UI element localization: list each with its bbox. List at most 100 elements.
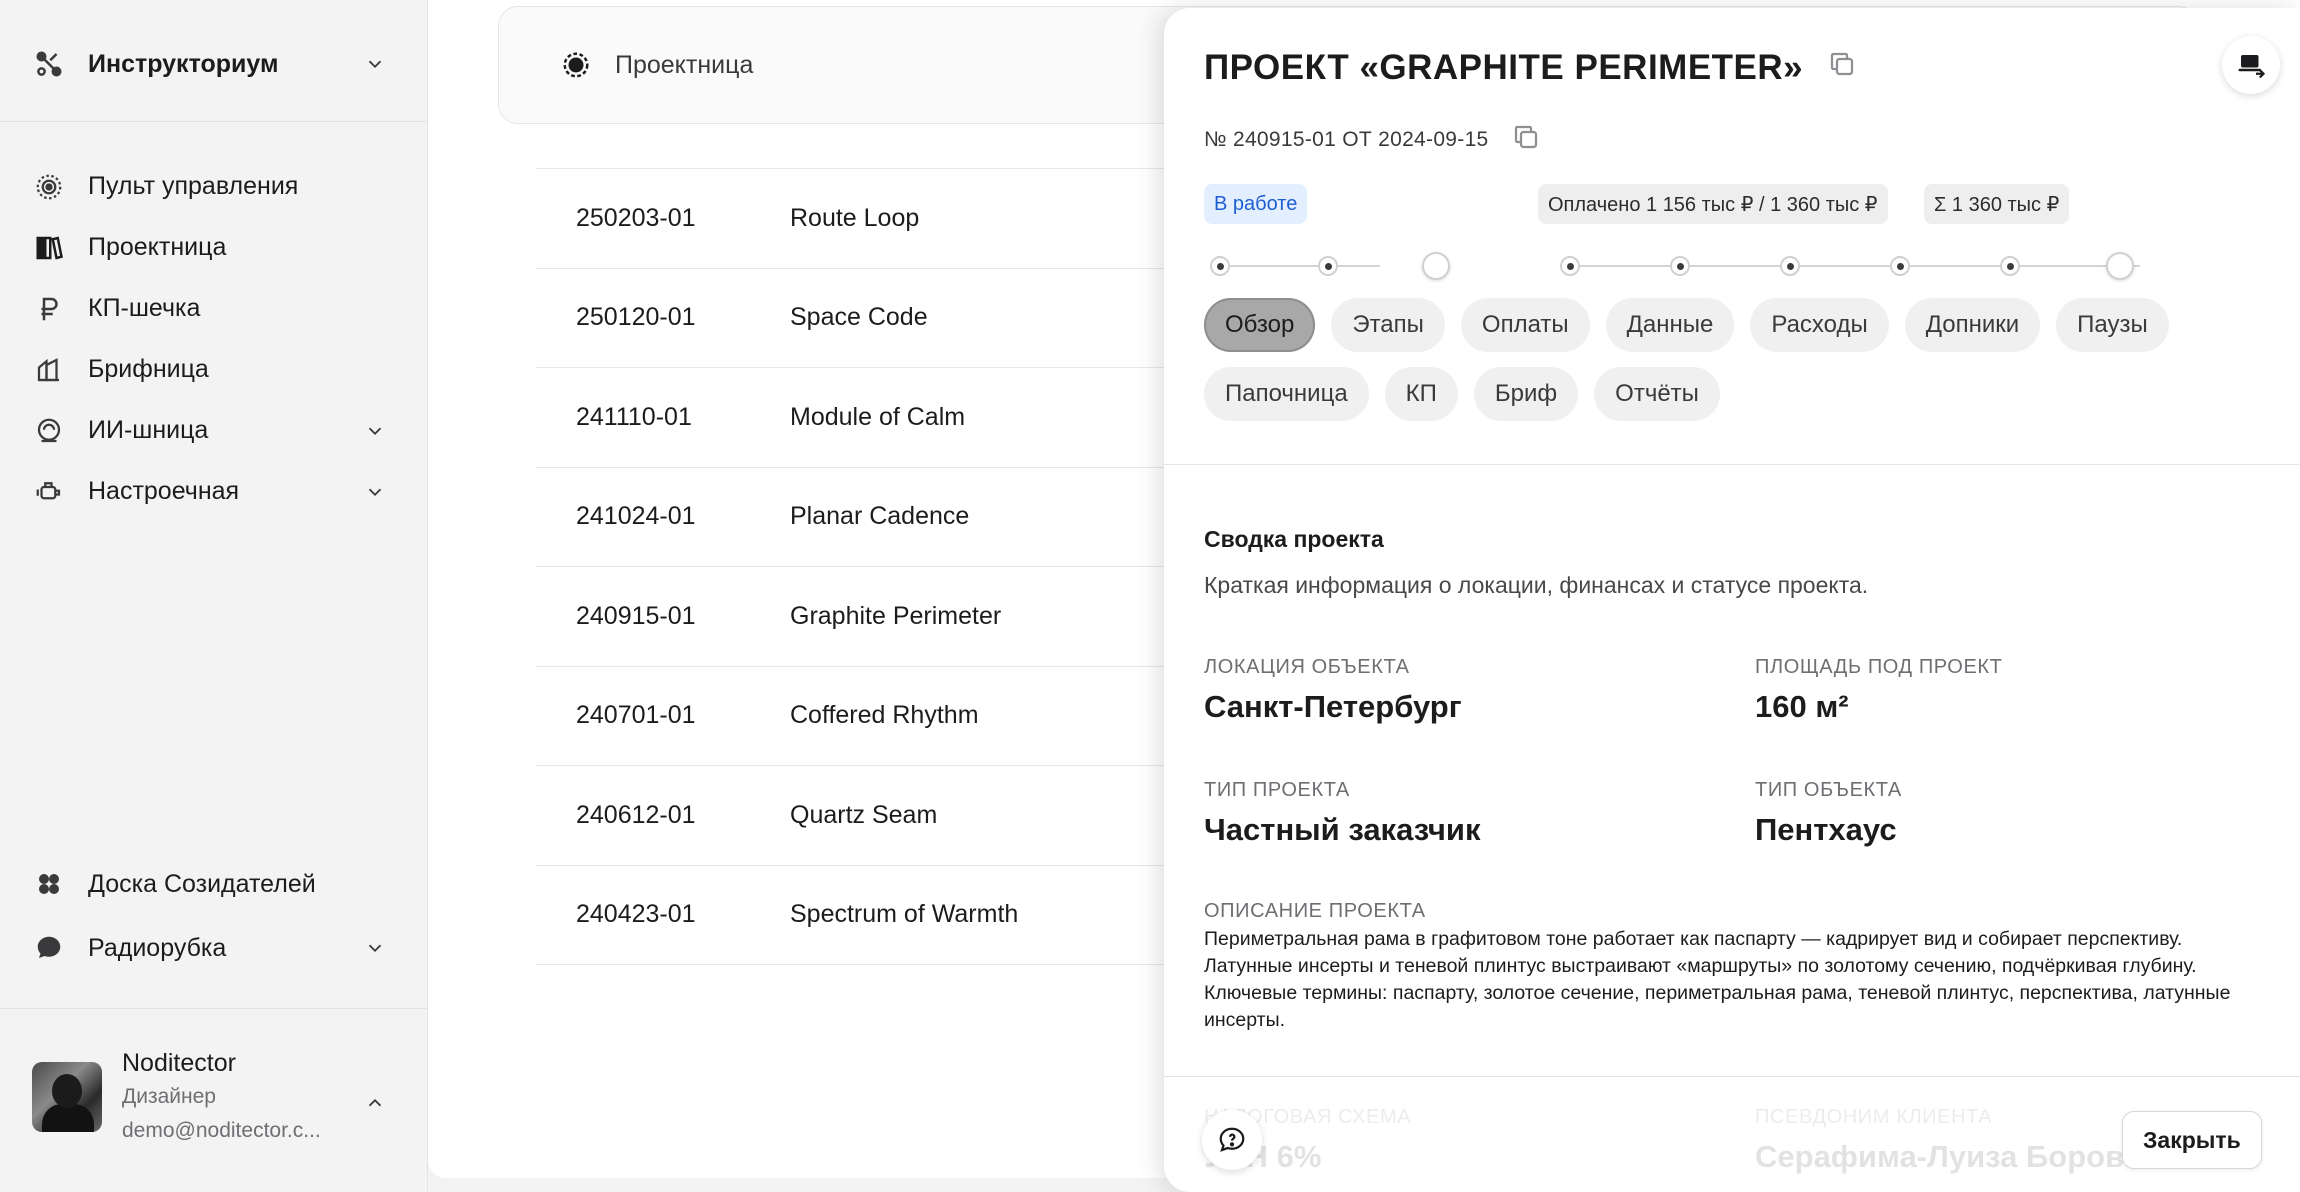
project-number: № 240915-01 ОТ 2024-09-15 — [1204, 128, 1489, 151]
project-code: 240915-01 — [576, 601, 696, 630]
field-value: Частный заказчик — [1204, 812, 1481, 847]
sidebar-item-dashboard[interactable]: Пульт управления — [32, 156, 392, 217]
tab-kp[interactable]: КП — [1384, 367, 1458, 421]
workspace-name: Инструкториум — [88, 49, 279, 78]
stepper-dot — [1780, 256, 1800, 276]
stepper-dot — [2000, 256, 2020, 276]
field-label: ЛОКАЦИЯ ОБЪЕКТА — [1204, 656, 1410, 678]
stepper-dot-end — [1422, 252, 1450, 280]
settings-icon — [32, 475, 66, 509]
user-email: demo@noditector.c... — [122, 1119, 321, 1142]
ai-icon — [32, 414, 66, 448]
user-profile[interactable]: Noditector Дизайнер demo@noditector.c... — [32, 1046, 392, 1146]
panel-tabs: Обзор Этапы Оплаты Данные Расходы Допник… — [1204, 298, 2264, 436]
project-detail-panel: ПРОЕКТ «GRAPHITE PERIMETER» № 240915-01 … — [1164, 8, 2300, 1192]
footer-divider — [1164, 1076, 2300, 1077]
field-label: ПЛОЩАДЬ ПОД ПРОЕКТ — [1755, 656, 2003, 678]
panel-subtitle-row: № 240915-01 ОТ 2024-09-15 — [1204, 122, 1541, 158]
project-code: 240612-01 — [576, 800, 696, 829]
sidebar-item-brief[interactable]: Брифница — [32, 339, 392, 400]
stepper-dot — [1210, 256, 1230, 276]
field-value: 160 м² — [1755, 689, 1849, 724]
chevron-up-icon[interactable] — [358, 1086, 392, 1120]
books-icon — [32, 231, 66, 265]
project-code: 250120-01 — [576, 303, 696, 332]
copy-icon[interactable] — [1511, 122, 1541, 158]
project-code: 240423-01 — [576, 900, 696, 929]
user-info: Noditector Дизайнер demo@noditector.c... — [122, 1046, 358, 1148]
sidebar-item-label: Доска Созидателей — [88, 869, 316, 898]
sidebar-item-projects[interactable]: Проектница — [32, 217, 392, 278]
chevron-down-icon — [358, 47, 392, 81]
description-line: Периметральная рама в графитовом тоне ра… — [1204, 928, 2197, 977]
project-code: 241024-01 — [576, 502, 696, 531]
description-line: Ключевые термины: паспарту, золотое сече… — [1204, 982, 2231, 1031]
project-code: 240701-01 — [576, 701, 696, 730]
area-field: ПЛОЩАДЬ ПОД ПРОЕКТ 160 м² — [1755, 656, 2002, 725]
support-chat-button[interactable] — [1202, 1110, 1262, 1170]
description-text: Периметральная рама в графитовом тоне ра… — [1204, 926, 2264, 1034]
summary-description: Краткая информация о локации, финансах и… — [1204, 572, 1869, 598]
project-name: Route Loop — [790, 203, 920, 232]
chevron-down-icon — [358, 475, 392, 509]
tab-stages[interactable]: Этапы — [1331, 298, 1445, 352]
clover-icon — [32, 867, 66, 901]
page-title: Проектница — [615, 50, 754, 79]
project-name: Coffered Rhythm — [790, 701, 979, 730]
close-button[interactable]: Закрыть — [2122, 1111, 2262, 1169]
field-label: ТИП ОБЪЕКТА — [1755, 779, 1902, 801]
chevron-down-icon — [358, 414, 392, 448]
sidebar: Инструкториум Пульт управления Проектниц… — [0, 0, 428, 1192]
sidebar-item-label: Проектница — [88, 233, 227, 261]
project-code: 241110-01 — [576, 402, 692, 431]
sidebar-nav: Пульт управления Проектница КП-шечка Бри… — [32, 156, 392, 522]
user-name: Noditector — [122, 1049, 236, 1077]
sidebar-item-ai[interactable]: ИИ-шница — [32, 400, 392, 461]
project-name: Planar Cadence — [790, 502, 970, 531]
sidebar-item-label: Настроечная — [88, 477, 240, 505]
chat-question-icon — [1215, 1123, 1249, 1157]
avatar — [32, 1062, 102, 1132]
sidebar-divider — [0, 1008, 428, 1009]
chevron-down-icon — [358, 931, 392, 965]
tab-overview[interactable]: Обзор — [1204, 298, 1316, 352]
tab-folders[interactable]: Папочница — [1204, 367, 1369, 421]
location-field: ЛОКАЦИЯ ОБЪЕКТА Санкт-Петербург — [1204, 656, 1462, 725]
tab-addenda[interactable]: Допники — [1904, 298, 2041, 352]
workspace-icon — [32, 47, 66, 81]
summary-title: Сводка проекта — [1204, 526, 1384, 552]
stepper-dot — [1670, 256, 1690, 276]
total-badge: Σ 1 360 тыс ₽ — [1924, 184, 2070, 224]
copy-icon[interactable] — [1827, 48, 1857, 88]
panel-mode-button[interactable] — [2222, 36, 2280, 94]
tab-pauses[interactable]: Паузы — [2056, 298, 2169, 352]
paid-badge: Оплачено 1 156 тыс ₽ / 1 360 тыс ₽ — [1538, 184, 1888, 224]
sidebar-item-kp[interactable]: КП-шечка — [32, 278, 392, 339]
sidebar-item-label: Брифница — [88, 355, 209, 383]
field-value: Санкт-Петербург — [1204, 689, 1462, 724]
workspace-switcher[interactable]: Инструкториум — [32, 40, 392, 88]
tab-reports[interactable]: Отчёты — [1594, 367, 1720, 421]
field-value: Пентхаус — [1755, 812, 1897, 847]
sidebar-item-label: Радиорубка — [88, 933, 227, 962]
user-role: Дизайнер — [122, 1085, 216, 1108]
ruble-icon — [32, 292, 66, 326]
status-stepper — [1210, 252, 1450, 280]
tab-expenses[interactable]: Расходы — [1750, 298, 1889, 352]
panel-title: ПРОЕКТ «GRAPHITE PERIMETER» — [1204, 48, 1804, 87]
tab-brief[interactable]: Бриф — [1473, 367, 1579, 421]
sidebar-item-label: КП-шечка — [88, 294, 201, 322]
laptop-export-icon — [2234, 48, 2268, 82]
tab-payments[interactable]: Оплаты — [1460, 298, 1590, 352]
sidebar-item-radio[interactable]: Радиорубка — [32, 916, 392, 980]
sidebar-item-creators-board[interactable]: Доска Созидателей — [32, 852, 392, 916]
sidebar-item-label: ИИ-шница — [88, 416, 209, 444]
tab-data[interactable]: Данные — [1605, 298, 1735, 352]
projects-logo-icon — [559, 48, 593, 82]
description-label: ОПИСАНИЕ ПРОЕКТА — [1204, 900, 1426, 922]
project-code: 250203-01 — [576, 203, 696, 232]
stepper-dot — [1560, 256, 1580, 276]
sidebar-item-settings[interactable]: Настроечная — [32, 461, 392, 522]
project-name: Space Code — [790, 303, 928, 332]
project-name: Spectrum of Warmth — [790, 900, 1019, 929]
